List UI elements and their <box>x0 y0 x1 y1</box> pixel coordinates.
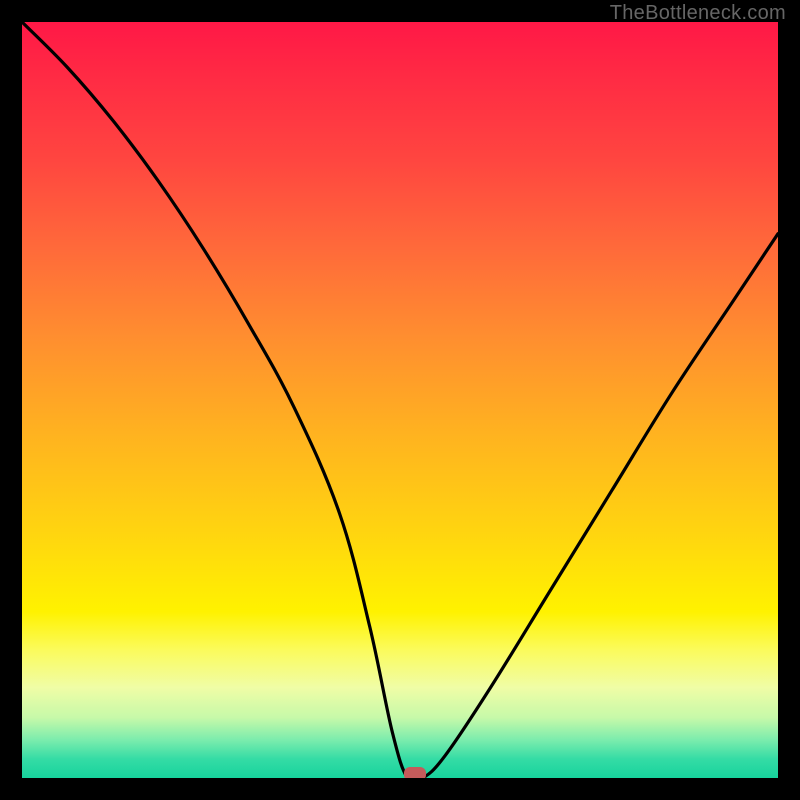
bottleneck-curve <box>22 22 778 778</box>
optimum-marker <box>404 767 426 778</box>
chart-frame: TheBottleneck.com <box>0 0 800 800</box>
watermark-label: TheBottleneck.com <box>610 2 786 25</box>
plot-area <box>22 22 778 778</box>
